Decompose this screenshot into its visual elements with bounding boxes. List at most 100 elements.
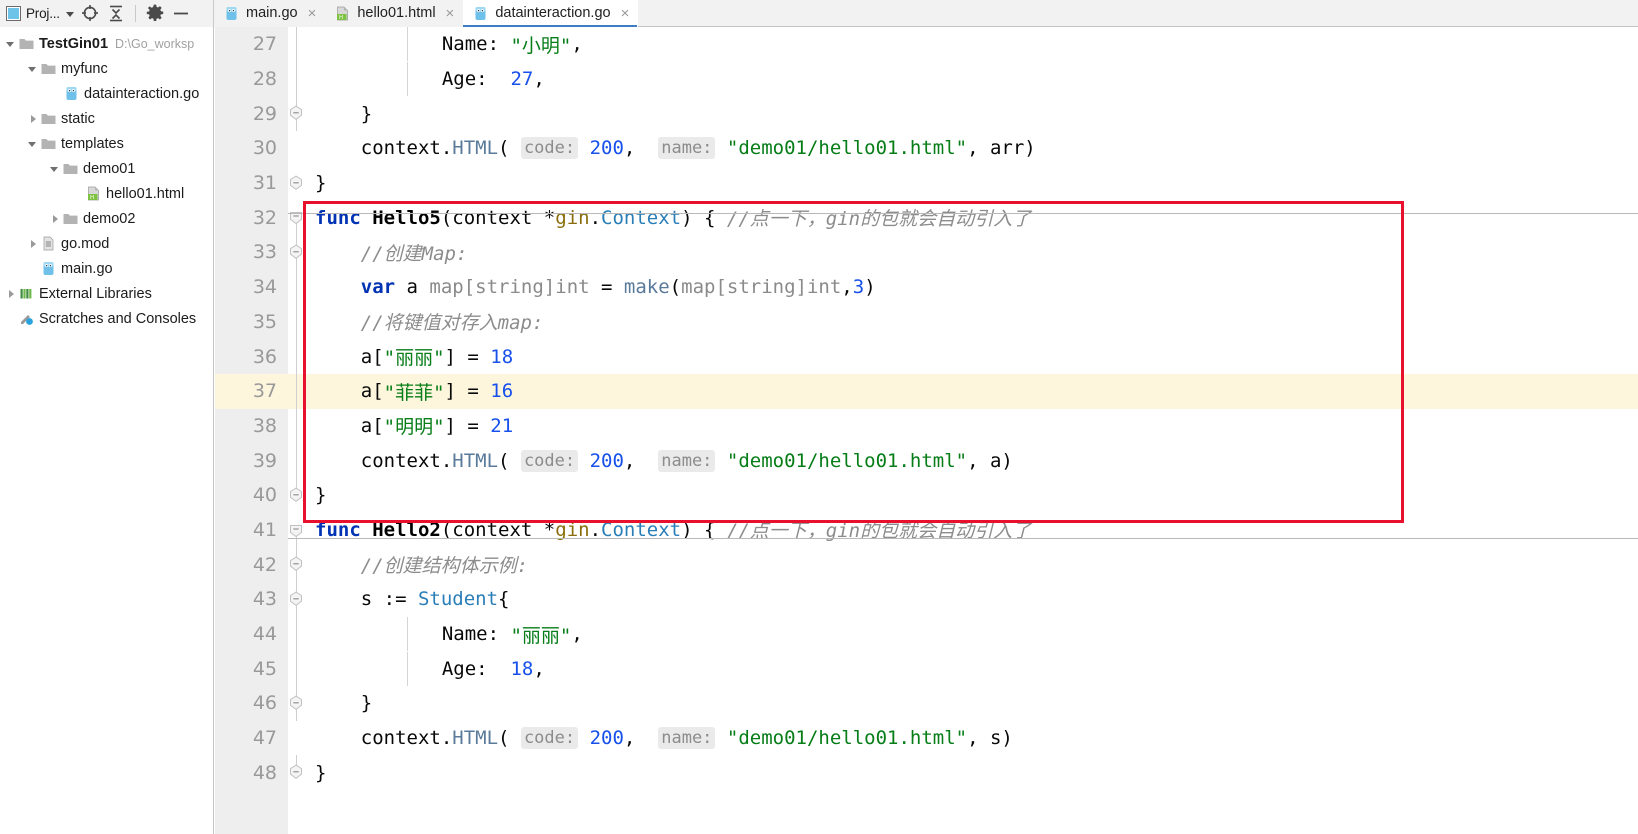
code-text[interactable]: } <box>304 96 1638 132</box>
code-text[interactable]: } <box>304 477 1638 513</box>
fold-collapse-icon[interactable] <box>289 763 303 780</box>
project-tool-button[interactable]: Proj... <box>6 5 74 21</box>
close-icon[interactable]: × <box>308 6 317 21</box>
code-line-30[interactable]: 30 context. HTML( code: 200, name: "demo0… <box>215 131 1638 166</box>
code-line-39[interactable]: 39 context. HTML( code: 200, name: "demo0… <box>215 443 1638 478</box>
code-line-48[interactable]: 48 } <box>215 755 1638 791</box>
minimize-icon[interactable] <box>171 3 191 23</box>
code-line-45[interactable]: 45 Age: 18, <box>215 651 1638 687</box>
fold-collapse-icon[interactable] <box>289 590 303 607</box>
code-text[interactable]: //创建结构体示例: <box>304 547 1638 582</box>
tree-item-myfunc[interactable]: myfunc <box>0 56 213 81</box>
code-text[interactable]: var a map[string]int = make(map[string]i… <box>304 269 1638 305</box>
code-text[interactable]: Age: 27, <box>304 61 1638 97</box>
fold-cell[interactable] <box>288 547 304 582</box>
fold-collapse-icon[interactable] <box>289 243 303 260</box>
code-text[interactable]: context. HTML( code: 200, name: "demo01/h… <box>304 443 1638 478</box>
fold-cell[interactable] <box>288 755 304 791</box>
code-text[interactable]: } <box>304 686 1638 721</box>
code-text[interactable]: func Hello5 (context * gin. Context) { //点一… <box>304 200 1638 236</box>
tree-item-testgin01[interactable]: TestGin01 D:\Go_worksp <box>0 31 213 56</box>
code-text[interactable]: } <box>304 165 1638 201</box>
project-tree-panel[interactable]: TestGin01 D:\Go_worksp myfunc dataintera… <box>0 27 214 834</box>
chevron-right-icon[interactable] <box>46 215 62 223</box>
code-text[interactable]: Age: 18, <box>304 651 1638 687</box>
editor-tab-main-go[interactable]: main.go × <box>214 0 326 27</box>
line-number: 47 <box>215 720 288 756</box>
tree-item-go-mod[interactable]: go.mod <box>0 231 213 256</box>
code-editor[interactable]: 27 Name: "小明", 28 Age: 27, 29} 30 conte… <box>215 27 1638 834</box>
fold-cell[interactable] <box>288 477 304 513</box>
code-line-44[interactable]: 44 Name: "丽丽", <box>215 616 1638 652</box>
collapse-all-icon[interactable] <box>106 3 126 23</box>
editor-tab-hello01-html[interactable]: H hello01.html × <box>325 0 464 27</box>
tree-item-datainteraction-go[interactable]: datainteraction.go <box>0 81 213 106</box>
code-text[interactable]: func Hello2 (context * gin. Context) { //点一… <box>304 512 1638 548</box>
fold-collapse-icon[interactable] <box>289 174 303 191</box>
code-line-42[interactable]: 42 //创建结构体示例: <box>215 547 1638 582</box>
fold-cell[interactable] <box>288 235 304 270</box>
code-text[interactable]: a["明明"] = 21 <box>304 408 1638 444</box>
fold-cell[interactable] <box>288 165 304 201</box>
chevron-down-icon[interactable] <box>65 12 74 17</box>
code-line-38[interactable]: 38 a["明明"] = 21 <box>215 408 1638 444</box>
chevron-down-icon[interactable] <box>2 40 18 47</box>
fold-cell[interactable] <box>288 686 304 721</box>
tree-item-external-libraries[interactable]: External Libraries <box>0 281 213 306</box>
settings-gear-icon[interactable] <box>145 3 165 23</box>
chevron-right-icon[interactable] <box>24 115 40 123</box>
code-text[interactable]: s := Student{ <box>304 582 1638 617</box>
code-line-36[interactable]: 36 a["丽丽"] = 18 <box>215 339 1638 374</box>
fold-cell[interactable] <box>288 512 304 564</box>
tree-item-scratches-and-consoles[interactable]: Scratches and Consoles <box>0 306 213 331</box>
code-line-29[interactable]: 29 } <box>215 96 1638 132</box>
fold-collapse-icon[interactable] <box>289 694 303 711</box>
code-line-46[interactable]: 46 } <box>215 686 1638 721</box>
code-text[interactable]: //将键值对存入map: <box>304 304 1638 340</box>
code-line-31[interactable]: 31 } <box>215 165 1638 201</box>
fold-cell[interactable] <box>288 96 304 132</box>
chevron-down-icon[interactable] <box>24 65 40 72</box>
code-text[interactable]: context. HTML( code: 200, name: "demo01/h… <box>304 720 1638 756</box>
fold-collapse-icon[interactable] <box>289 555 303 572</box>
code-line-43[interactable]: 43 s := Student{ <box>215 582 1638 617</box>
code-text[interactable]: context. HTML( code: 200, name: "demo01/h… <box>304 131 1638 166</box>
line-number: 34 <box>215 269 288 305</box>
tree-item-demo01[interactable]: demo01 <box>0 156 213 181</box>
tree-item-templates[interactable]: templates <box>0 131 213 156</box>
tree-item-static[interactable]: static <box>0 106 213 131</box>
locate-icon[interactable] <box>80 3 100 23</box>
chevron-down-icon[interactable] <box>24 140 40 147</box>
fold-collapse-icon[interactable] <box>289 521 303 538</box>
chevron-down-icon[interactable] <box>46 165 62 172</box>
code-text[interactable]: //创建Map: <box>304 235 1638 270</box>
fold-cell[interactable] <box>288 200 304 252</box>
chevron-right-icon[interactable] <box>2 290 18 298</box>
code-text[interactable]: a["丽丽"] = 18 <box>304 339 1638 374</box>
code-text[interactable]: Name: "小明", <box>304 27 1638 62</box>
code-line-40[interactable]: 40 } <box>215 477 1638 513</box>
code-line-28[interactable]: 28 Age: 27, <box>215 61 1638 97</box>
code-text[interactable]: a["菲菲"] = 16 <box>304 373 1638 409</box>
code-line-35[interactable]: 35 //将键值对存入map: <box>215 304 1638 340</box>
editor-tab-datainteraction-go[interactable]: datainteraction.go × <box>463 0 639 28</box>
close-icon[interactable]: × <box>446 6 455 21</box>
code-line-33[interactable]: 33 //创建Map: <box>215 235 1638 270</box>
code-line-32[interactable]: 32 func Hello5 (context * gin. Context) { /… <box>215 200 1638 252</box>
close-icon[interactable]: × <box>621 6 630 21</box>
code-line-47[interactable]: 47 context. HTML( code: 200, name: "demo0… <box>215 720 1638 756</box>
chevron-right-icon[interactable] <box>24 240 40 248</box>
code-line-27[interactable]: 27 Name: "小明", <box>215 27 1638 62</box>
code-line-34[interactable]: 34 var a map[string]int = make(map[strin… <box>215 269 1638 305</box>
fold-collapse-icon[interactable] <box>289 486 303 503</box>
fold-cell[interactable] <box>288 582 304 617</box>
code-line-37[interactable]: 37 a["菲菲"] = 16 <box>215 373 1638 409</box>
fold-collapse-icon[interactable] <box>289 104 303 121</box>
code-text[interactable]: } <box>304 755 1638 791</box>
code-line-41[interactable]: 41 func Hello2 (context * gin. Context) { /… <box>215 512 1638 564</box>
tree-item-hello01-html[interactable]: H hello01.html <box>0 181 213 206</box>
tree-item-demo02[interactable]: demo02 <box>0 206 213 231</box>
fold-collapse-icon[interactable] <box>289 208 303 225</box>
tree-item-main-go[interactable]: main.go <box>0 256 213 281</box>
code-text[interactable]: Name: "丽丽", <box>304 616 1638 652</box>
